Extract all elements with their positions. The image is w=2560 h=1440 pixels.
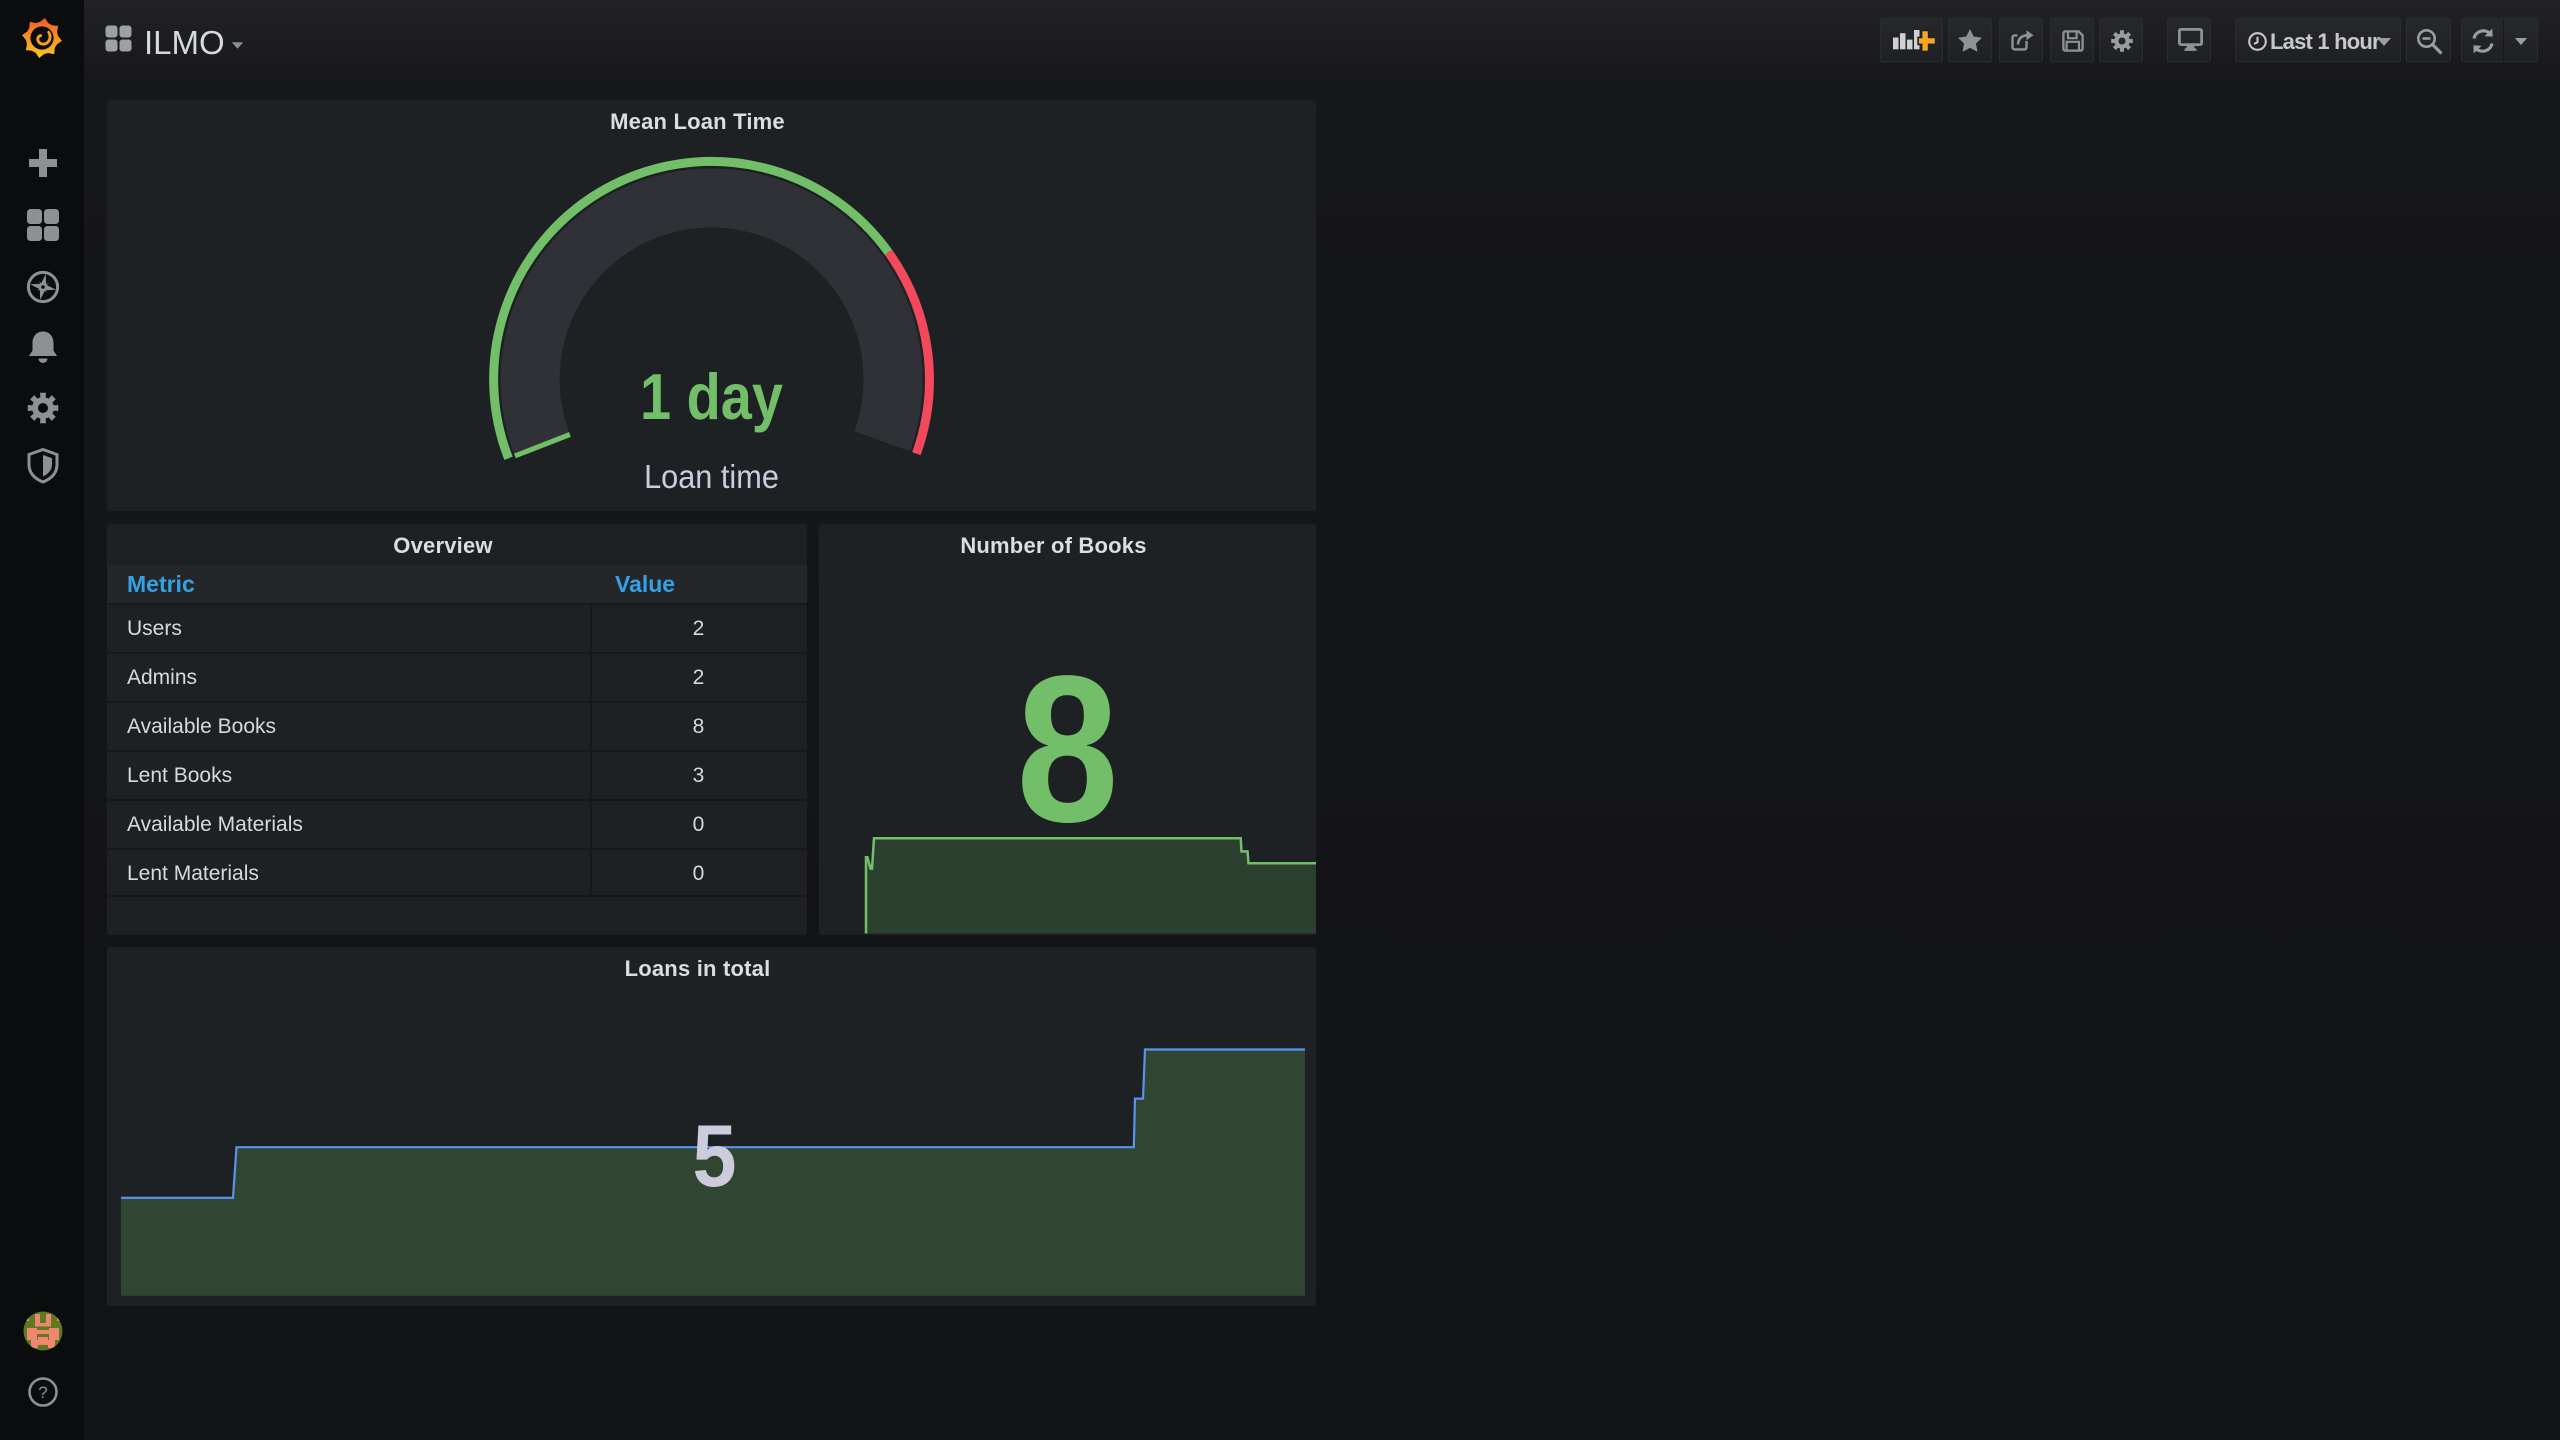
svg-text:?: ? <box>38 1383 47 1402</box>
